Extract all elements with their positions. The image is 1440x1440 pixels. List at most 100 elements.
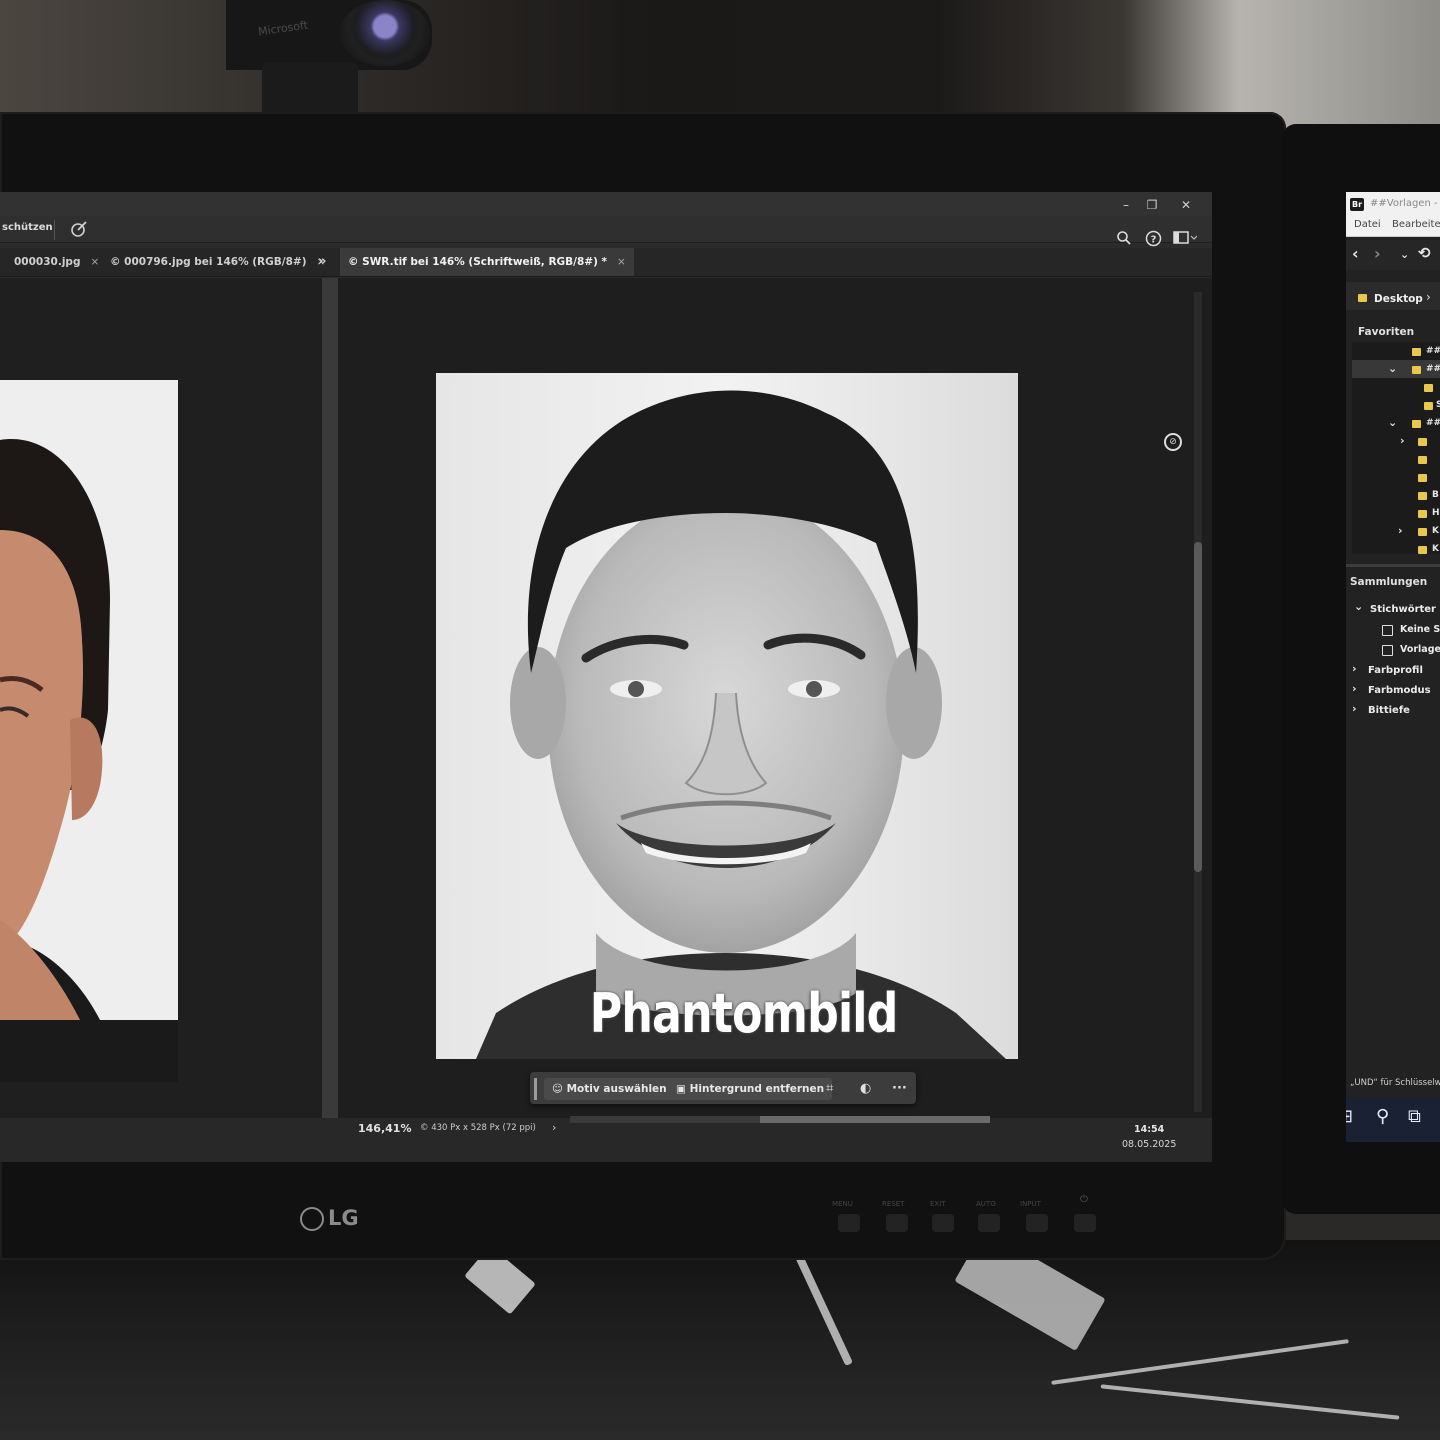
history-icon[interactable]: ⟲ [1418,244,1431,262]
back-icon[interactable]: ‹ [1352,244,1359,263]
chevron-down-icon[interactable]: ⌄ [1388,362,1397,375]
bridge-app-icon: Br [1350,198,1364,211]
and-keywords-label[interactable]: „UND“ für Schlüsselwörter [1350,1078,1440,1088]
tab-000796[interactable]: © 000796.jpg bei 146% (RGB/8#) × [110,248,325,276]
search-icon[interactable]: ⚲ [1376,1106,1389,1127]
folder-icon [1358,294,1367,302]
path-desktop[interactable]: Desktop [1374,293,1423,305]
minimize-button[interactable]: – [1118,198,1134,212]
tree-item[interactable]: S [1436,400,1440,410]
filter-keywords[interactable]: Stichwörter [1370,604,1436,615]
status-arrow-icon[interactable]: › [552,1121,556,1134]
monitor-exit-button[interactable] [932,1214,954,1232]
chevron-down-icon[interactable]: ⌄ [1400,248,1409,261]
menu-bearbeiten[interactable]: Bearbeiten [1392,219,1440,230]
hw-label: EXIT [930,1200,946,1208]
hw-label: AUTO [976,1200,996,1208]
monitor-input-button[interactable] [1026,1214,1048,1232]
transform-icon[interactable]: ⌗ [826,1078,833,1100]
tab-close-icon[interactable]: × [90,256,99,268]
chevron-right-icon[interactable]: › [1398,524,1403,537]
close-window-button[interactable]: ✕ [1178,198,1194,212]
image-icon: ▣ [676,1083,690,1095]
forward-icon[interactable]: › [1374,244,1381,263]
keyword-checkbox[interactable] [1382,625,1393,636]
folder-icon [1424,384,1433,392]
tree-item[interactable]: ## [1426,346,1440,356]
adjustment-icon[interactable]: ◐ [860,1078,871,1100]
protect-option-label[interactable]: schützen [2,222,53,233]
workspace-icon[interactable] [1173,230,1198,250]
tree-item[interactable]: K [1432,526,1439,536]
tab-close-icon[interactable]: × [617,256,626,268]
folder-icon [1418,528,1427,536]
task-bar-grip[interactable] [534,1078,537,1100]
collections-panel-title[interactable]: Sammlungen [1350,576,1427,588]
remove-background-button[interactable]: ▣ Hintergrund entfernen [668,1078,833,1100]
path-chevron-icon[interactable]: › [1426,290,1431,304]
filter-bit-depth[interactable]: Bittiefe [1368,705,1410,716]
chevron-right-icon[interactable]: › [1400,434,1405,447]
filter-color-mode[interactable]: Farbmodus [1368,685,1431,696]
monitor-reset-button[interactable] [886,1214,908,1232]
bridge-window: Br ##Vorlagen - Ad Datei Bearbeiten ‹ › … [1346,192,1440,1142]
horizontal-scroll-thumb[interactable] [760,1116,990,1123]
select-subject-label: Motiv auswählen [566,1083,667,1095]
tree-item[interactable]: ## [1426,364,1440,374]
folder-icon [1412,420,1421,428]
no-entry-icon: ⊘ [1164,433,1182,451]
portrait-photo-left[interactable] [0,380,178,1082]
tree-item[interactable]: ##2 [1426,418,1440,428]
tree-item[interactable]: H [1432,508,1440,518]
document-size-info: © 430 Px x 528 Px (72 ppi) [420,1123,536,1133]
pane-divider[interactable] [322,278,338,1128]
task-view-icon[interactable]: ⧉ [1408,1106,1421,1127]
bridge-window-title: ##Vorlagen - Ad [1370,198,1440,209]
panel-divider[interactable] [1346,564,1440,567]
hw-label: RESET [882,1200,905,1208]
phantom-caption: Phantombild [589,982,899,1045]
zoom-level[interactable]: 146,41% [358,1122,411,1135]
monitor-menu-button[interactable] [838,1214,860,1232]
menu-datei[interactable]: Datei [1354,219,1381,230]
vertical-scroll-thumb[interactable] [1194,542,1202,872]
keyword-checkbox[interactable] [1382,645,1393,656]
photoshop-window: – ❐ ✕ schützen ? 000030.jpg × © 000796.jp… [0,192,1212,1162]
more-options-icon[interactable]: ··· [892,1078,907,1100]
chevron-right-icon[interactable]: › [1352,682,1357,695]
tree-item[interactable]: B [1432,490,1439,500]
tab-000030[interactable]: 000030.jpg × [14,248,99,276]
filter-color-profile[interactable]: Farbprofil [1368,665,1423,676]
monitor-power-button[interactable] [1074,1214,1096,1232]
folder-icon [1418,456,1427,464]
search-icon[interactable] [1116,230,1132,250]
keyword-item[interactable]: Keine Stichwörter [1400,624,1440,635]
lg-logo-icon [300,1207,324,1231]
divider [54,220,55,240]
clock-time: 14:54 [1134,1124,1165,1135]
chevron-right-icon[interactable]: › [1352,662,1357,675]
windows-taskbar [1346,1098,1440,1142]
options-bar [0,216,1212,243]
tab-swr-active[interactable]: © SWR.tif bei 146% (Schriftweiß, RGB/8#)… [340,248,634,276]
chevron-down-icon[interactable]: ⌄ [1354,600,1363,613]
hw-label: INPUT [1020,1200,1041,1208]
chevron-down-icon[interactable]: ⌄ [1388,416,1397,429]
chevron-right-icon[interactable]: › [1352,702,1357,715]
monitor-auto-button[interactable] [978,1214,1000,1232]
select-subject-button[interactable]: ☺ Motiv auswählen [544,1078,675,1100]
tree-item[interactable]: K [1432,544,1439,554]
restore-button[interactable]: ❐ [1144,198,1160,212]
keyword-item[interactable]: Vorlage A [1400,644,1440,655]
phantom-image-canvas[interactable] [436,373,1018,1059]
favorites-panel-title[interactable]: Favoriten [1358,326,1414,338]
background-wall [0,0,1440,130]
folder-icon [1418,546,1427,554]
hw-label: MENU [832,1200,853,1208]
windows-start-icon[interactable]: ⊞ [1346,1106,1353,1127]
monitor-logo: LG [300,1206,370,1238]
remove-background-label: Hintergrund entfernen [689,1083,825,1095]
tabs-overflow-icon[interactable]: » [318,248,326,276]
brush-settings-icon[interactable] [70,220,88,238]
desk-area [0,1240,1440,1440]
